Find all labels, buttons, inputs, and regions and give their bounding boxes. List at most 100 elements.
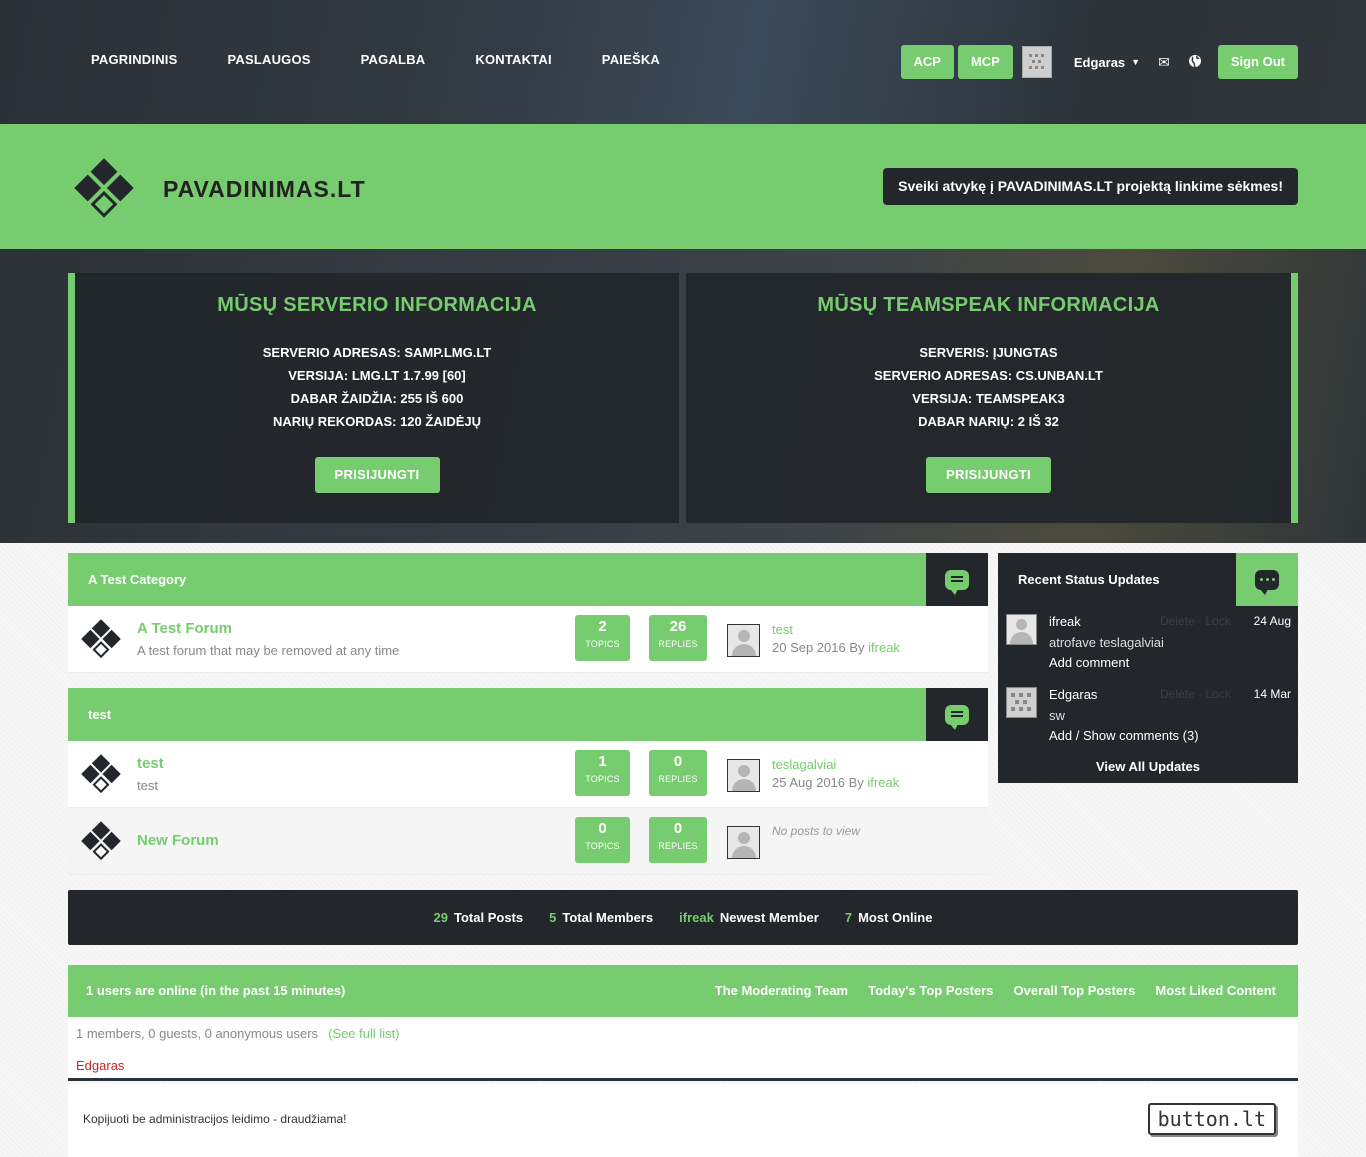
logo-icon[interactable]: [70, 154, 138, 222]
chat-bubble-icon: [945, 569, 969, 595]
server-info-line: DABAR ŽAIDŽIA: 255 IŠ 600: [290, 391, 464, 406]
chat-dots-icon: [1255, 569, 1279, 595]
status-actions-separator: ·: [1198, 687, 1203, 701]
avatar[interactable]: [1006, 687, 1037, 718]
stat-newest-member: ifreak Newest Member: [679, 910, 819, 925]
mcp-button[interactable]: MCP: [957, 45, 1013, 79]
no-posts-text: No posts to view: [772, 824, 861, 838]
server-info-line: SERVERIO ADRESAS: SAMP.LMG.LT: [262, 345, 492, 360]
teamspeak-info-line: DABAR NARIŲ: 2 IŠ 32: [918, 414, 1059, 429]
status-icon-box: [1236, 553, 1298, 606]
lock-link[interactable]: Lock: [1205, 687, 1230, 701]
forum-icon: [81, 754, 121, 794]
status-actions: Delete · Lock: [1160, 614, 1231, 628]
server-join-button[interactable]: PRISIJUNGTI: [314, 457, 440, 493]
avatar[interactable]: [1006, 614, 1037, 645]
topics-count: 1 TOPICS: [575, 750, 630, 796]
see-full-list-link[interactable]: (See full list): [328, 1026, 400, 1041]
stat-value: 7: [844, 910, 853, 925]
mail-icon[interactable]: ✉: [1158, 54, 1170, 71]
nav-kontaktai[interactable]: KONTAKTAI: [475, 52, 551, 67]
add-comment-link[interactable]: Add comment: [1049, 655, 1129, 670]
stat-total-posts: 29 Total Posts: [434, 910, 524, 925]
teamspeak-info-title: MŪSŲ TEAMSPEAK INFORMACIJA: [817, 294, 1160, 316]
category-header: test: [68, 688, 988, 741]
topics-value: 2: [598, 618, 607, 635]
status-text: atrofave teslagalviai: [1049, 635, 1164, 650]
nav-paslaugos[interactable]: PASLAUGOS: [227, 52, 310, 67]
status-title: Recent Status Updates: [1018, 572, 1160, 587]
status-author[interactable]: ifreak: [1049, 614, 1081, 629]
forum-icon: [81, 821, 121, 861]
teamspeak-info-line: SERVERIS: ĮJUNGTAS: [919, 345, 1058, 360]
topics-value: 0: [598, 820, 607, 837]
topics-count: 2 TOPICS: [575, 615, 630, 661]
sign-out-button[interactable]: Sign Out: [1217, 45, 1298, 79]
category-title[interactable]: test: [88, 707, 111, 722]
status-author[interactable]: Edgaras: [1049, 687, 1097, 702]
last-post-user[interactable]: ifreak: [868, 640, 900, 655]
most-liked-content-link[interactable]: Most Liked Content: [1155, 983, 1276, 998]
category-header: A Test Category: [68, 553, 988, 606]
server-info-line: NARIŲ REKORDAS: 120 ŽAIDĖJŲ: [272, 414, 482, 429]
forum-title[interactable]: A Test Forum: [137, 620, 232, 637]
online-count: 1 members, 0 guests, 0 anonymous users (S…: [76, 1026, 400, 1041]
replies-count: 26 REPLIES: [649, 615, 707, 661]
server-info-line: VERSIJA: LMG.LT 1.7.99 [60]: [288, 368, 466, 383]
last-poster-avatar[interactable]: [727, 624, 760, 657]
board-stats-bar: 29 Total Posts 5 Total Members ifreak Newes…: [68, 890, 1298, 945]
teamspeak-join-button[interactable]: PRISIJUNGTI: [926, 457, 1051, 493]
forum-row: A Test Forum A test forum that may be re…: [68, 606, 988, 673]
delete-link[interactable]: Delete: [1160, 687, 1195, 701]
acp-button[interactable]: ACP: [900, 45, 954, 79]
teamspeak-info-line: SERVERIO ADRESAS: CS.UNBAN.LT: [874, 368, 1103, 383]
last-poster-avatar: [727, 826, 760, 859]
replies-count: 0 REPLIES: [649, 817, 707, 863]
globe-icon[interactable]: [1188, 54, 1202, 71]
nav-paieska[interactable]: PAIEŠKA: [602, 52, 660, 67]
todays-top-posters-link[interactable]: Today's Top Posters: [868, 983, 993, 998]
lock-link[interactable]: Lock: [1205, 614, 1230, 628]
forum-category: A Test Category A Test Forum A test foru…: [68, 553, 988, 673]
stat-label: Total Posts: [454, 910, 524, 925]
nav-pagalba[interactable]: PAGALBA: [361, 52, 426, 67]
view-all-updates-link[interactable]: View All Updates: [998, 759, 1298, 774]
topics-value: 1: [598, 753, 607, 770]
site-title[interactable]: PAVADINIMAS.LT: [163, 176, 366, 203]
last-poster-avatar[interactable]: [727, 759, 760, 792]
stat-value[interactable]: ifreak: [679, 910, 714, 925]
avatar-pattern-icon: [1028, 54, 1044, 69]
nav-pagrindinis[interactable]: PAGRINDINIS: [91, 52, 177, 67]
delete-link[interactable]: Delete: [1160, 614, 1195, 628]
avatar[interactable]: [1021, 46, 1052, 78]
stat-value: 5: [549, 910, 557, 925]
category-title[interactable]: A Test Category: [88, 572, 186, 587]
last-post-title[interactable]: teslagalviai: [772, 757, 836, 772]
forum-title[interactable]: test: [137, 755, 164, 772]
moderating-team-link[interactable]: The Moderating Team: [715, 983, 848, 998]
forum-row: test test 1 TOPICS 0 REPLIES teslagalviai …: [68, 741, 988, 808]
last-post-date: 20 Sep 2016 By: [772, 640, 869, 655]
status-date: 24 Aug: [1253, 614, 1291, 628]
show-comments-link[interactable]: Add / Show comments (3): [1049, 728, 1199, 743]
replies-value: 0: [673, 753, 683, 770]
replies-label: REPLIES: [658, 774, 698, 784]
forum-icon: [81, 619, 121, 659]
last-post-title[interactable]: test: [772, 622, 793, 637]
button-lt-badge[interactable]: button.lt: [1147, 1103, 1276, 1135]
overall-top-posters-link[interactable]: Overall Top Posters: [1014, 983, 1136, 998]
server-info-title: MŪSŲ SERVERIO INFORMACIJA: [217, 294, 537, 316]
status-actions-separator: ·: [1198, 614, 1203, 628]
replies-label: REPLIES: [658, 841, 698, 851]
online-user[interactable]: Edgaras: [76, 1058, 124, 1073]
forum-description: test: [137, 778, 158, 793]
chevron-down-icon[interactable]: ▼: [1131, 57, 1140, 67]
last-post-user[interactable]: ifreak: [867, 775, 899, 790]
hero-section: MŪSŲ SERVERIO INFORMACIJA SERVERIO ADRES…: [0, 249, 1366, 543]
stat-total-members: 5 Total Members: [549, 910, 653, 925]
welcome-banner: Sveiki atvykę į PAVADINIMAS.LT projektą …: [883, 168, 1298, 205]
replies-value: 26: [669, 618, 687, 635]
forum-title[interactable]: New Forum: [137, 832, 219, 849]
copyright-text: Kopijuoti be administracijos leidimo - d…: [83, 1112, 347, 1126]
user-menu[interactable]: Edgaras: [1074, 55, 1125, 70]
